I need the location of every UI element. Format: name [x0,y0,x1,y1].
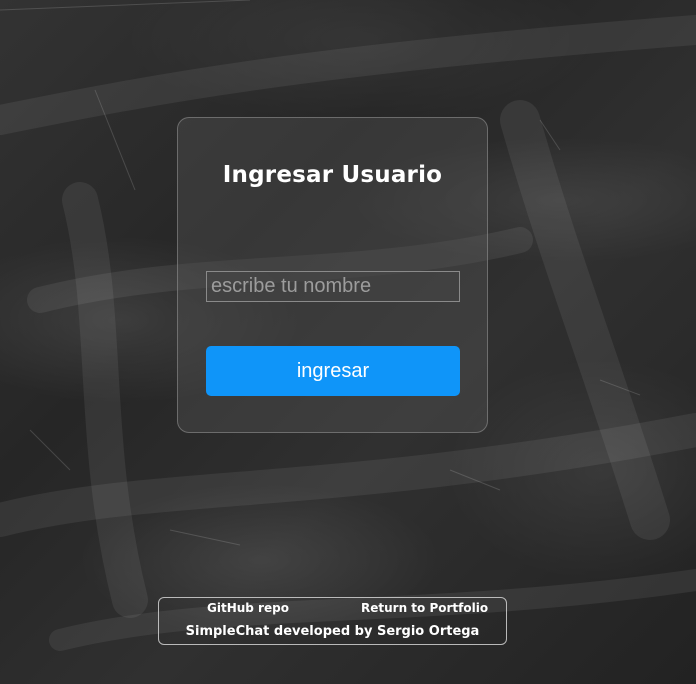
login-title: Ingresar Usuario [222,162,443,188]
github-repo-link[interactable]: GitHub repo [207,601,289,615]
submit-button[interactable]: ingresar [206,346,460,396]
footer-credit: SimpleChat developed by Sergio Ortega [185,624,480,639]
footer: GitHub repo Return to Portfolio SimpleCh… [158,597,507,645]
portfolio-link[interactable]: Return to Portfolio [361,601,488,615]
username-input[interactable] [206,271,460,302]
login-card: Ingresar Usuario ingresar [177,117,488,433]
